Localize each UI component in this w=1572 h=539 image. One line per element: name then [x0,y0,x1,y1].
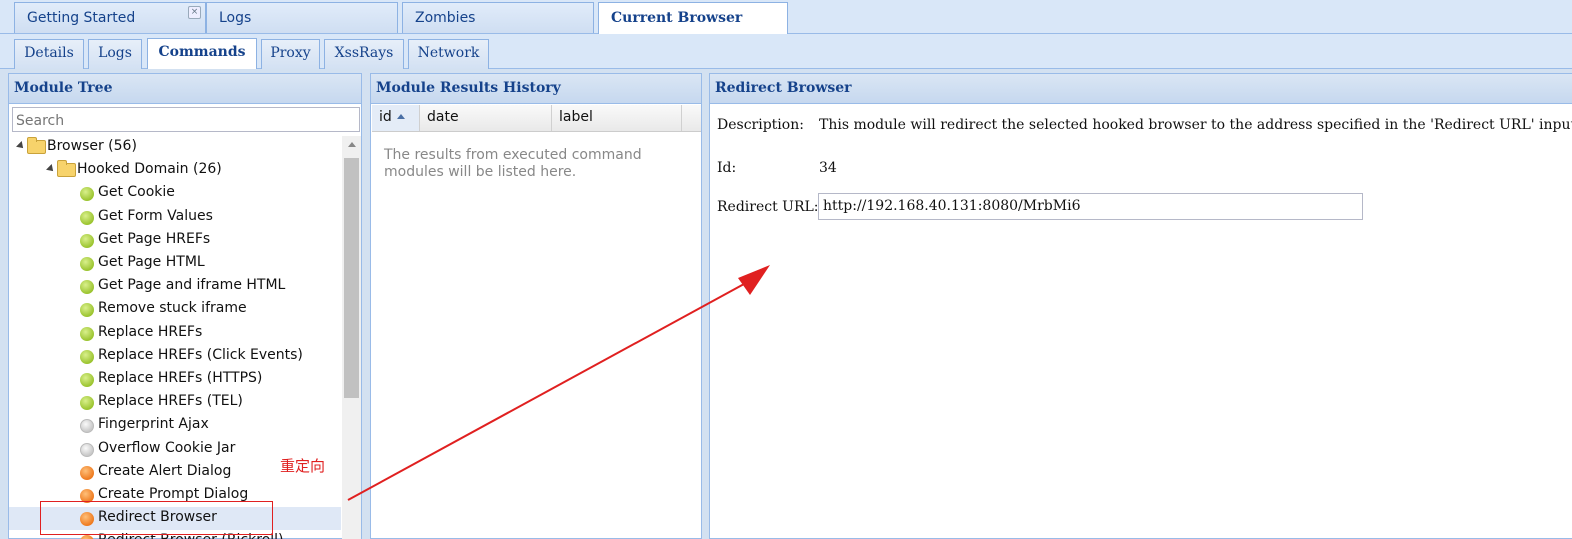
green-status-icon [80,396,94,410]
sort-ascending-icon [396,114,405,119]
expander-icon[interactable] [16,141,26,151]
green-status-icon [80,211,94,225]
tab-label: Logs [98,45,132,61]
tree-item-label: Replace HREFs (HTTPS) [98,370,263,386]
column-date[interactable]: date [420,105,552,131]
green-status-icon [80,187,94,201]
expander-icon[interactable] [46,164,56,174]
redirect-url-label: Redirect URL: [717,199,819,215]
tree-item-label: Replace HREFs [98,324,203,340]
tab-label: Zombies [415,10,476,26]
tab-getting-started[interactable]: Getting Started × [14,2,206,33]
green-status-icon [80,327,94,341]
green-status-icon [80,280,94,294]
tree-item-label: Get Form Values [98,208,213,224]
description-label: Description: [717,117,804,133]
app-window: Getting Started × Logs Zombies Current B… [0,0,1572,539]
tab-label: Commands [158,44,246,60]
tab-label: Proxy [270,45,311,61]
tree-module-item[interactable]: Get Form Values [9,206,341,229]
tree-module-item[interactable]: Get Page HREFs [9,229,341,252]
tree-item-label: Browser (56) [47,138,137,154]
green-status-icon [80,303,94,317]
tree-item-label: Create Prompt Dialog [98,486,249,502]
green-status-icon [80,373,94,387]
column-label: label [559,109,593,125]
column-id[interactable]: id [372,105,420,131]
orange-status-icon [80,535,94,539]
tree-module-item[interactable]: Remove stuck iframe [9,298,341,321]
folder-icon [27,137,46,154]
panel-title: Module Results History [371,74,701,104]
tab-logs[interactable]: Logs [206,2,398,33]
tree-item-label: Hooked Domain (26) [77,161,222,177]
redirect-url-input[interactable]: http://192.168.40.131:8080/MrbMi6 [818,193,1363,220]
tree-folder[interactable]: Browser (56) [9,136,341,159]
tab-label: Network [417,45,480,61]
panel-title: Module Tree [9,74,361,104]
tab-label: Current Browser [611,10,743,26]
column-label: date [427,109,459,125]
tab-logs-sub[interactable]: Logs [88,39,142,69]
tree-module-item[interactable]: Replace HREFs [9,322,341,345]
tree-module-item[interactable]: Get Page and iframe HTML [9,275,341,298]
results-grid-header: id date label [372,105,701,132]
tab-xssrays[interactable]: XssRays [324,39,404,69]
tree-item-label: Overflow Cookie Jar [98,440,236,456]
tree-item-label: Fingerprint Ajax [98,416,209,432]
tree-item-label: Create Alert Dialog [98,463,232,479]
grey-status-icon [80,443,94,457]
tree-module-item[interactable]: Replace HREFs (TEL) [9,391,341,414]
tree-module-item[interactable]: Get Cookie [9,182,341,205]
tab-details[interactable]: Details [14,39,84,69]
module-tree: Browser (56) Hooked Domain (26) Get Cookie… [9,136,361,539]
tree-module-item[interactable]: Replace HREFs (Click Events) [9,345,341,368]
green-status-icon [80,350,94,364]
orange-status-icon [80,466,94,480]
redirect-browser-panel: Redirect Browser Description: This modul… [709,73,1572,539]
green-status-icon [80,257,94,271]
tree-item-label: Get Page HTML [98,254,205,270]
green-status-icon [80,234,94,248]
id-label: Id: [717,160,737,176]
tab-network[interactable]: Network [408,39,489,69]
tab-commands[interactable]: Commands [147,38,257,69]
tree-item-label: Replace HREFs (TEL) [98,393,243,409]
tree-item-label: Get Cookie [98,184,175,200]
annotation-label: 重定向 [280,457,326,475]
panel-title: Redirect Browser [710,74,1572,104]
tab-current-browser[interactable]: Current Browser [598,2,788,34]
tree-item-label: Remove stuck iframe [98,300,247,316]
tab-label: Logs [219,10,252,26]
folder-icon [57,160,76,177]
description-text: This module will redirect the selected h… [819,117,1572,133]
tree-item-label: Replace HREFs (Click Events) [98,347,303,363]
tree-folder[interactable]: Hooked Domain (26) [9,159,341,182]
id-value: 34 [819,160,837,176]
tree-item-label: Get Page and iframe HTML [98,277,286,293]
top-tab-bar: Getting Started × Logs Zombies Current B… [0,0,1572,34]
tab-label: XssRays [334,45,394,61]
scroll-thumb[interactable] [344,158,359,398]
close-icon[interactable]: × [188,6,201,19]
tree-module-item[interactable]: Get Page HTML [9,252,341,275]
column-label[interactable]: label [552,105,682,131]
tab-label: Details [24,45,74,61]
search-input[interactable] [12,107,360,132]
sub-tab-bar: Details Logs Commands Proxy XssRays Netw… [0,34,1572,69]
results-history-panel: Module Results History id date label The… [370,73,702,539]
tree-item-label: Get Page HREFs [98,231,211,247]
annotation-highlight-box [40,501,273,535]
empty-results-message: The results from executed command module… [384,147,642,180]
tree-module-item[interactable]: Fingerprint Ajax [9,414,341,437]
scrollbar[interactable] [342,136,361,539]
tab-label: Getting Started [27,10,136,26]
tree-module-item[interactable]: Replace HREFs (HTTPS) [9,368,341,391]
tab-zombies[interactable]: Zombies [402,2,594,33]
grey-status-icon [80,419,94,433]
tab-proxy[interactable]: Proxy [261,39,320,69]
column-label: id [379,109,392,125]
scroll-up-arrow-icon[interactable] [348,142,356,147]
